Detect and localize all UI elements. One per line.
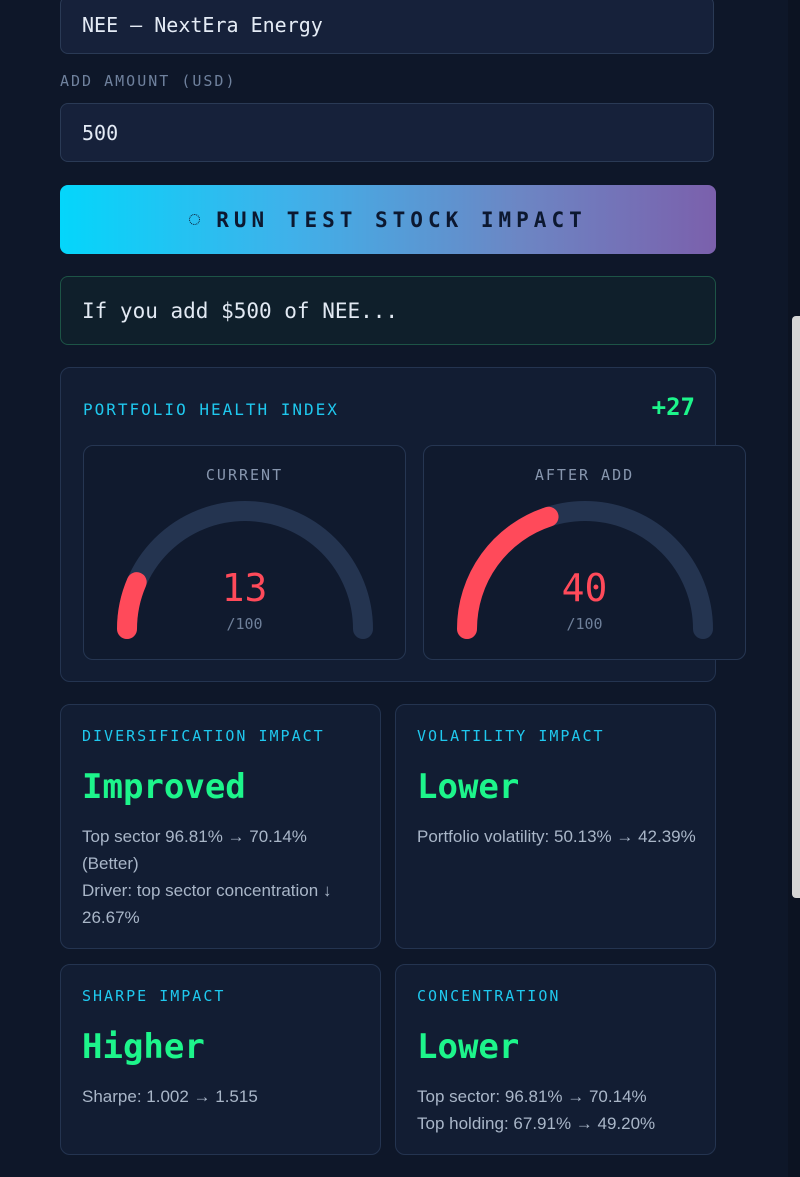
scrollbar[interactable] xyxy=(788,0,800,1177)
impact-details: Top sector 96.81% → 70.14% (Better) Driv… xyxy=(82,823,367,931)
diversification-impact-card: DIVERSIFICATION IMPACT Improved Top sect… xyxy=(60,704,381,949)
stock-select[interactable]: NEE — NextEra Energy xyxy=(60,0,714,54)
current-gauge-card: CURRENT 13 /100 xyxy=(83,445,406,660)
sharpe-impact-card: SHARPE IMPACT Higher Sharpe: 1.002 → 1.5… xyxy=(60,964,381,1155)
impact-title: CONCENTRATION xyxy=(417,987,561,1005)
impact-hint-text: If you add $500 of NEE... xyxy=(82,298,399,323)
impact-detail-line: Portfolio volatility: 50.13% → 42.39% xyxy=(417,827,696,846)
impact-value: Improved xyxy=(82,767,246,807)
stock-select-value: NEE — NextEra Energy xyxy=(82,13,323,37)
impact-hint: If you add $500 of NEE... xyxy=(60,276,716,345)
impact-value: Lower xyxy=(417,1027,520,1067)
after-gauge-card: AFTER ADD 40 /100 xyxy=(423,445,746,660)
run-test-button[interactable]: RUN TEST STOCK IMPACT xyxy=(60,185,716,254)
impact-details: Sharpe: 1.002 → 1.515 xyxy=(82,1083,367,1110)
page: NEE — NextEra Energy ADD AMOUNT (USD) 50… xyxy=(0,0,788,1177)
impact-detail-line: Sharpe: 1.002 → 1.515 xyxy=(82,1087,258,1106)
health-index-card: PORTFOLIO HEALTH INDEX +27 CURRENT 13 /1… xyxy=(60,367,746,682)
impact-detail-line: Top sector: 96.81% → 70.14% xyxy=(417,1087,647,1106)
concentration-impact-card: CONCENTRATION Lower Top sector: 96.81% →… xyxy=(395,964,716,1155)
scrollbar-thumb[interactable] xyxy=(792,316,800,898)
impact-details: Top sector: 96.81% → 70.14% Top holding:… xyxy=(417,1083,702,1137)
impact-title: DIVERSIFICATION IMPACT xyxy=(82,727,325,745)
health-index-title: PORTFOLIO HEALTH INDEX xyxy=(83,400,339,419)
impact-detail-line: Top holding: 67.91% → 49.20% xyxy=(417,1114,656,1133)
current-gauge-value: 13 xyxy=(221,566,268,610)
spinner-icon xyxy=(189,214,201,225)
impact-value: Lower xyxy=(417,767,520,807)
impact-detail-line: Top sector 96.81% → 70.14% (Better) xyxy=(82,827,307,873)
health-index-delta: +27 xyxy=(651,393,695,421)
amount-input-value: 500 xyxy=(82,120,119,145)
run-test-button-label: RUN TEST STOCK IMPACT xyxy=(216,207,587,232)
impact-title: VOLATILITY IMPACT xyxy=(417,727,605,745)
amount-input[interactable]: 500 xyxy=(60,103,714,162)
impact-detail-line: Driver: top sector concentration ↓ 26.67… xyxy=(82,881,332,927)
impact-value: Higher xyxy=(82,1027,205,1067)
volatility-impact-card: VOLATILITY IMPACT Lower Portfolio volati… xyxy=(395,704,716,949)
after-gauge-max: /100 xyxy=(566,615,603,633)
after-gauge-value: 40 xyxy=(561,566,608,610)
current-gauge-max: /100 xyxy=(226,615,263,633)
amount-label: ADD AMOUNT (USD) xyxy=(60,72,237,90)
impact-details: Portfolio volatility: 50.13% → 42.39% xyxy=(417,823,702,850)
impact-title: SHARPE IMPACT xyxy=(82,987,226,1005)
